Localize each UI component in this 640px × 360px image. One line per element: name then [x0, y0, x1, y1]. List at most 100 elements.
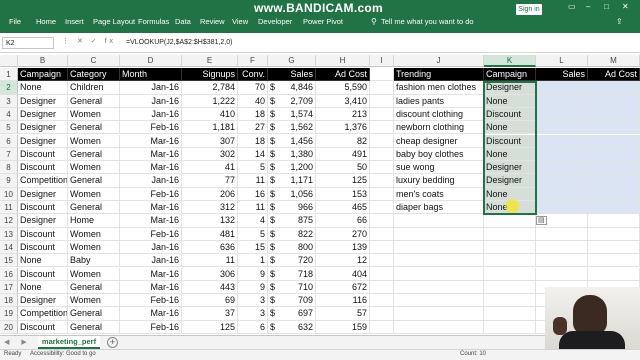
cell-month[interactable]: Jan-16 [120, 81, 182, 95]
cell-signups[interactable]: 410 [182, 107, 238, 122]
cell-conv[interactable]: 14 [238, 147, 268, 162]
cell-empty[interactable] [394, 254, 484, 268]
spreadsheet-grid[interactable]: B C D E F G H I J K L M 1 2 3 4 5 6 7 8 9 10 11 12 13 14 15 16 17 18 1… [0, 55, 640, 335]
cell-category[interactable]: Children [68, 81, 120, 95]
cell-empty[interactable] [370, 267, 394, 281]
cell-ad-cost-empty[interactable] [588, 174, 640, 188]
header-cell-j[interactable]: Trending [394, 68, 484, 82]
cell-category[interactable]: Women [68, 161, 120, 175]
cell-conv[interactable]: 9 [238, 280, 268, 295]
cell-sales-empty[interactable] [536, 121, 588, 135]
cell-month[interactable]: Feb-16 [120, 320, 182, 334]
cell-conv[interactable]: 6 [238, 320, 268, 334]
cell-empty[interactable] [394, 280, 484, 295]
cell-month[interactable]: Feb-16 [120, 121, 182, 135]
cell-ad-cost-empty[interactable] [588, 121, 640, 135]
cell-category[interactable]: General [68, 307, 120, 321]
tab-view[interactable]: View [232, 17, 248, 26]
cell-sales[interactable]: $966 [268, 201, 316, 215]
row-header-10[interactable]: 10 [0, 187, 18, 201]
cell-conv[interactable]: 40 [238, 94, 268, 108]
cell-sales[interactable]: $2,709 [268, 94, 316, 108]
cell-category[interactable]: Women [68, 294, 120, 308]
cell-trending[interactable]: diaper bags [394, 201, 484, 215]
cell-empty[interactable] [370, 134, 394, 148]
ribbon-display-icon[interactable]: ▭ [568, 2, 576, 11]
cell-ad-cost-empty[interactable] [588, 107, 640, 122]
cell-signups[interactable]: 69 [182, 294, 238, 308]
row-header-20[interactable]: 20 [0, 320, 18, 334]
row-header-4[interactable]: 4 [0, 107, 18, 122]
row-header-3[interactable]: 3 [0, 94, 18, 108]
cell-ad-cost-empty[interactable] [588, 94, 640, 108]
cell-ad-cost[interactable]: 139 [316, 240, 370, 255]
cell-signups[interactable]: 77 [182, 174, 238, 188]
cell-empty[interactable] [588, 267, 640, 281]
minimize-icon[interactable]: – [586, 2, 590, 11]
cell-campaign[interactable]: Discount [18, 227, 68, 241]
cell-conv[interactable]: 15 [238, 240, 268, 255]
cell-sales[interactable]: $697 [268, 307, 316, 321]
cell-sales[interactable]: $4,846 [268, 81, 316, 95]
cell-campaign-lookup[interactable]: Discount [484, 107, 536, 122]
cell-month[interactable]: Jan-16 [120, 254, 182, 268]
cell-ad-cost[interactable]: 3,410 [316, 94, 370, 108]
cell-signups[interactable]: 443 [182, 280, 238, 295]
row-header-14[interactable]: 14 [0, 240, 18, 255]
cell-category[interactable]: General [68, 147, 120, 162]
cell-empty[interactable] [370, 81, 394, 95]
cell-empty[interactable] [370, 147, 394, 162]
column-header-h[interactable]: H [316, 55, 370, 67]
cell-ad-cost-empty[interactable] [588, 187, 640, 201]
cell-empty[interactable] [394, 240, 484, 255]
cell-ad-cost-empty[interactable] [588, 161, 640, 175]
row-header-7[interactable]: 7 [0, 147, 18, 162]
cell-empty[interactable] [394, 307, 484, 321]
cell-sales[interactable]: $1,456 [268, 134, 316, 148]
cell-empty[interactable] [536, 227, 588, 241]
cell-sales[interactable]: $632 [268, 320, 316, 334]
cell-month[interactable]: Feb-16 [120, 294, 182, 308]
cell-sales[interactable]: $720 [268, 254, 316, 268]
cell-month[interactable]: Jan-16 [120, 240, 182, 255]
cell-ad-cost[interactable]: 465 [316, 201, 370, 215]
cell-empty[interactable] [588, 214, 640, 228]
cell-empty[interactable] [394, 214, 484, 228]
cell-empty[interactable] [536, 254, 588, 268]
cell-empty[interactable] [370, 107, 394, 122]
cell-i1[interactable] [370, 68, 394, 82]
cell-signups[interactable]: 125 [182, 320, 238, 334]
cell-sales[interactable]: $1,056 [268, 187, 316, 201]
cell-sales-empty[interactable] [536, 161, 588, 175]
cell-ad-cost[interactable]: 491 [316, 147, 370, 162]
cell-ad-cost[interactable]: 270 [316, 227, 370, 241]
cell-sales-empty[interactable] [536, 174, 588, 188]
cell-empty[interactable] [484, 227, 536, 241]
cell-ad-cost[interactable]: 213 [316, 107, 370, 122]
header-cell-e[interactable]: Signups [182, 68, 238, 82]
select-all-corner[interactable] [0, 55, 18, 67]
cell-sales[interactable]: $822 [268, 227, 316, 241]
column-header-e[interactable]: E [182, 55, 238, 67]
cell-conv[interactable]: 5 [238, 227, 268, 241]
cell-sales[interactable]: $1,171 [268, 174, 316, 188]
cell-empty[interactable] [484, 280, 536, 295]
cell-sales-empty[interactable] [536, 94, 588, 108]
cell-signups[interactable]: 41 [182, 161, 238, 175]
row-header-11[interactable]: 11 [0, 201, 18, 215]
cell-month[interactable]: Feb-16 [120, 187, 182, 201]
cell-sales[interactable]: $875 [268, 214, 316, 228]
cell-category[interactable]: General [68, 174, 120, 188]
cell-signups[interactable]: 306 [182, 267, 238, 281]
cell-ad-cost[interactable]: 159 [316, 320, 370, 334]
cell-category[interactable]: Women [68, 187, 120, 201]
cell-sales-empty[interactable] [536, 187, 588, 201]
cell-empty[interactable] [370, 214, 394, 228]
row-header-8[interactable]: 8 [0, 161, 18, 175]
cell-conv[interactable]: 70 [238, 81, 268, 95]
cell-sales-empty[interactable] [536, 107, 588, 122]
cell-category[interactable]: General [68, 280, 120, 295]
cell-campaign-lookup[interactable]: Designer [484, 81, 536, 95]
cell-month[interactable]: Mar-16 [120, 201, 182, 215]
cell-campaign[interactable]: Designer [18, 294, 68, 308]
